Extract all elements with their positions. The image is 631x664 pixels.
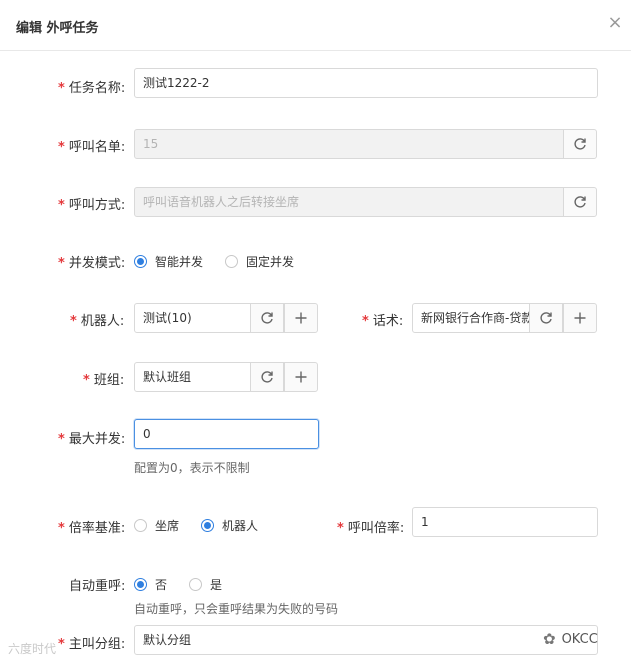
- call-list-refresh-button[interactable]: [563, 129, 597, 159]
- robot-refresh-button[interactable]: [250, 303, 284, 333]
- watermark-right: ✿ OKCC: [543, 630, 598, 648]
- team-label: * 班组:: [83, 373, 125, 388]
- dialog-title: 编辑 外呼任务: [16, 21, 99, 36]
- robot-add-button[interactable]: [284, 303, 318, 333]
- rate-basis-radio-group: 坐席 机器人: [134, 517, 280, 534]
- max-concurrency-hint: 配置为0，表示不限制: [134, 461, 250, 475]
- plus-icon: [295, 371, 307, 383]
- radio-checked-icon: [134, 578, 147, 591]
- call-method-input[interactable]: 呼叫语音机器人之后转接坐席: [134, 187, 564, 217]
- rate-basis-label: * 倍率基准:: [58, 521, 126, 536]
- call-list-input[interactable]: 15: [134, 129, 564, 159]
- refresh-icon: [574, 138, 586, 150]
- radio-unchecked-icon: [189, 578, 203, 591]
- max-concurrency-input[interactable]: 0: [134, 419, 319, 449]
- call-rate-label: * 呼叫倍率:: [337, 521, 405, 536]
- script-add-button[interactable]: [563, 303, 597, 333]
- radio-smart-concurrency[interactable]: 智能并发: [134, 253, 203, 270]
- call-method-label: * 呼叫方式:: [58, 198, 126, 213]
- team-refresh-button[interactable]: [250, 362, 284, 392]
- auto-redial-hint: 自动重呼，只会重呼结果为失败的号码: [134, 602, 339, 616]
- team-add-button[interactable]: [284, 362, 318, 392]
- radio-robot[interactable]: 机器人: [201, 517, 258, 534]
- task-name-label: * 任务名称:: [58, 81, 126, 96]
- radio-fixed-concurrency[interactable]: 固定并发: [225, 253, 294, 270]
- call-list-label: * 呼叫名单:: [58, 140, 126, 155]
- plus-icon: [295, 312, 307, 324]
- concurrency-mode-label: * 并发模式:: [58, 256, 126, 271]
- radio-yes[interactable]: 是: [189, 576, 222, 593]
- refresh-icon: [261, 312, 273, 324]
- radio-unchecked-icon: [225, 255, 239, 268]
- main-group-input[interactable]: 默认分组: [134, 625, 598, 655]
- auto-redial-radio-group: 否 是: [134, 576, 244, 593]
- radio-agent[interactable]: 坐席: [134, 517, 179, 534]
- refresh-icon: [261, 371, 273, 383]
- script-label: * 话术:: [362, 314, 404, 329]
- team-input[interactable]: 默认班组: [134, 362, 251, 392]
- edit-task-dialog: 编辑 外呼任务 × * 任务名称: 测试1222-2 * 呼叫名单: 15 * 呼叫方…: [0, 0, 631, 664]
- robot-label: * 机器人:: [70, 314, 125, 329]
- auto-redial-label: 自动重呼:: [69, 579, 126, 594]
- call-rate-input[interactable]: 1: [412, 507, 598, 537]
- wechat-icon: ✿: [543, 630, 556, 648]
- radio-checked-icon: [201, 519, 215, 532]
- main-group-label: * 主叫分组:: [58, 637, 126, 652]
- watermark-left: 六度时代: [8, 642, 57, 656]
- task-name-input[interactable]: 测试1222-2: [134, 68, 598, 98]
- refresh-icon: [574, 196, 586, 208]
- radio-checked-icon: [134, 255, 147, 268]
- max-concurrency-label: * 最大并发:: [58, 432, 126, 447]
- robot-input[interactable]: 测试(10): [134, 303, 251, 333]
- radio-unchecked-icon: [134, 519, 147, 532]
- script-input[interactable]: 新网银行合作商-贷款: [412, 303, 530, 333]
- dialog-header: 编辑 外呼任务 ×: [0, 0, 631, 51]
- required-mark: *: [58, 81, 65, 96]
- close-icon[interactable]: ×: [605, 12, 625, 34]
- radio-no[interactable]: 否: [134, 576, 167, 593]
- script-refresh-button[interactable]: [529, 303, 563, 333]
- plus-icon: [574, 312, 586, 324]
- concurrency-mode-radio-group: 智能并发 固定并发: [134, 253, 316, 270]
- refresh-icon: [540, 312, 552, 324]
- call-method-refresh-button[interactable]: [563, 187, 597, 217]
